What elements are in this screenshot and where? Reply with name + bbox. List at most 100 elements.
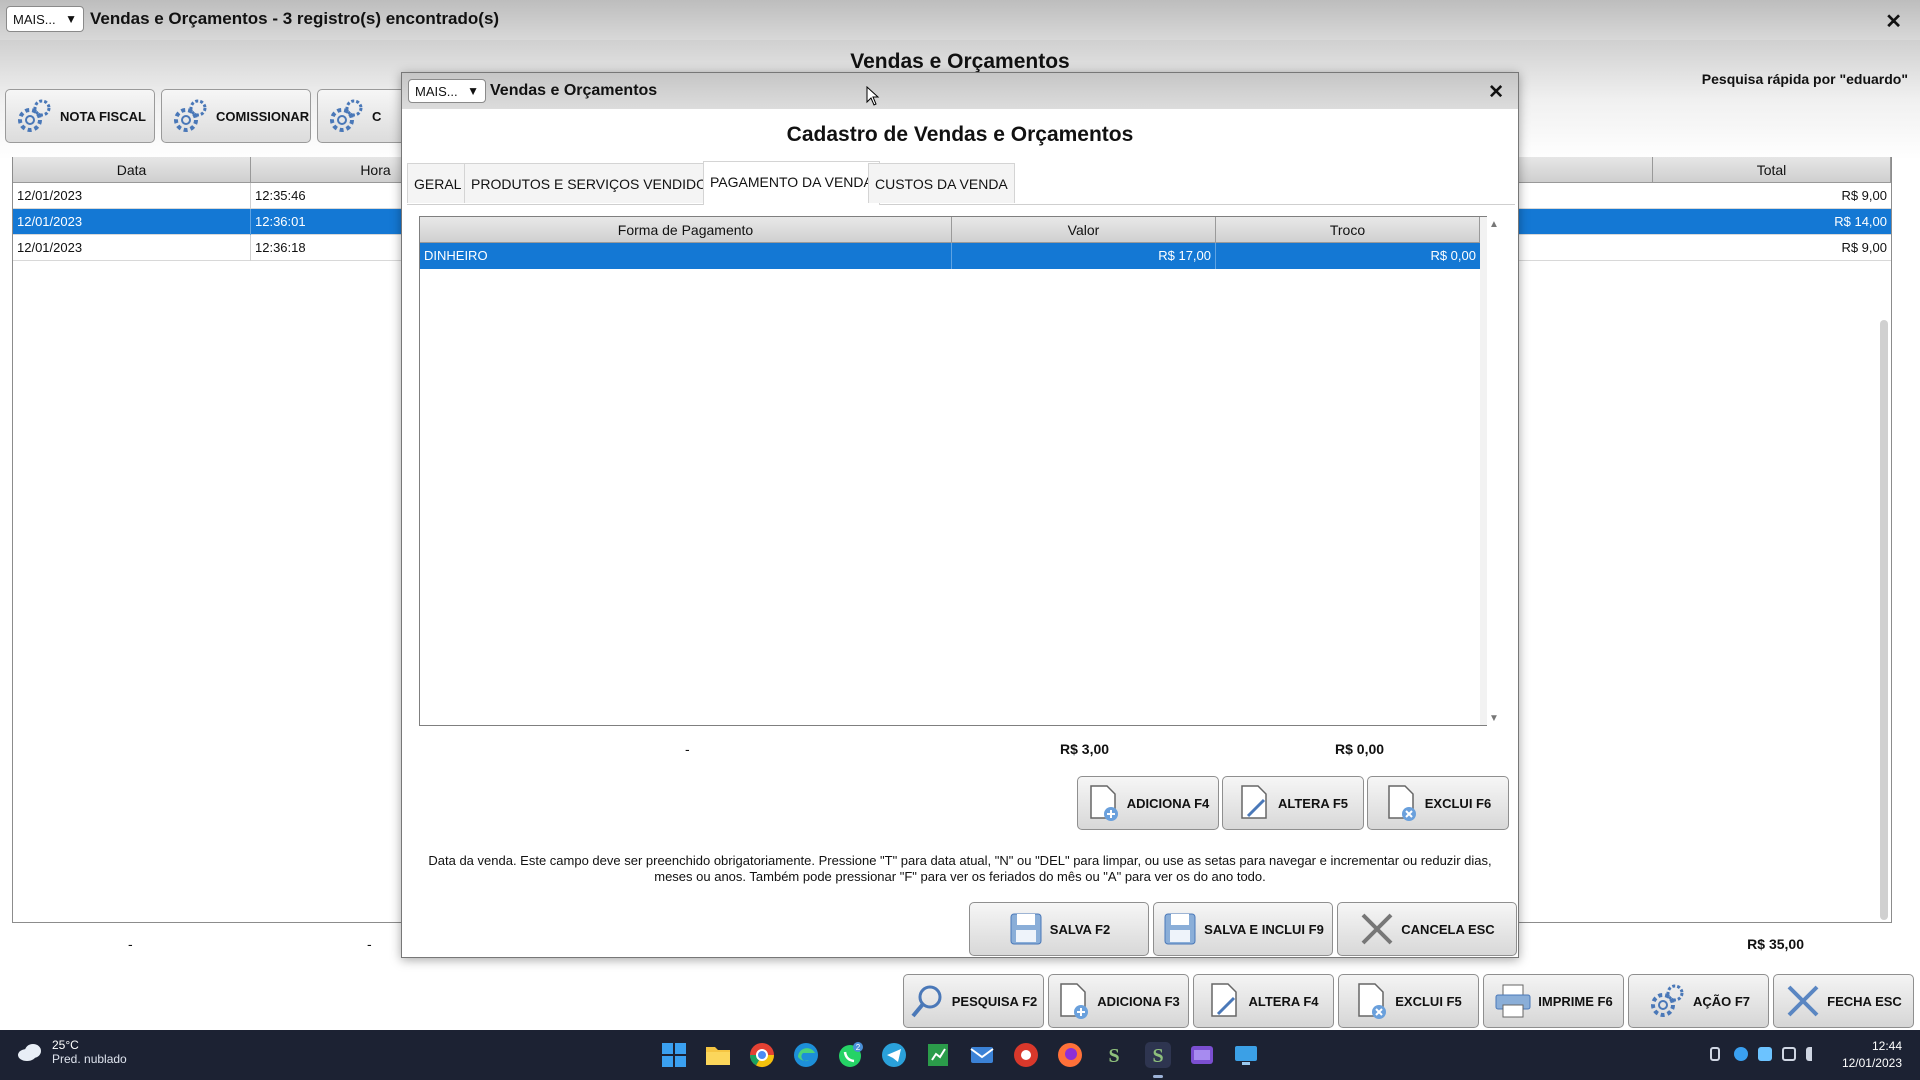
adiciona-button[interactable]: ADICIONA F3 [1048,974,1189,1028]
add-document-icon [1089,785,1118,821]
security-icon[interactable] [1734,1047,1748,1061]
dialog-mais-dropdown[interactable]: MAIS... ▼ [408,79,486,103]
usb-icon[interactable] [1710,1047,1720,1061]
weather-widget[interactable]: 25°C Pred. nublado [16,1038,127,1066]
svg-text:S: S [1152,1045,1163,1067]
altera-button[interactable]: ALTERA F4 [1193,974,1334,1028]
printer-icon [1495,984,1531,1018]
grid-scrollbar[interactable] [1880,320,1888,920]
main-page-heading: Vendas e Orçamentos [850,50,1070,73]
system-clock[interactable]: 12:44 12/01/2023 [1842,1038,1902,1072]
windows-taskbar: 25°C Pred. nublado 2 S S 12:44 12/01/202… [0,1030,1920,1080]
payment-row-selected[interactable]: DINHEIRO R$ 17,00 R$ 0,00 [420,243,1480,269]
nota-fiscal-label: NOTA FISCAL [60,108,146,124]
cell-total: R$ 9,00 [1841,188,1887,203]
tab-produtos[interactable]: PRODUTOS E SERVIÇOS VENDIDOS [464,163,724,203]
file-explorer-icon[interactable] [704,1041,732,1069]
summary-dash: - [685,741,690,757]
red-app-icon[interactable] [1012,1041,1040,1069]
dialog-close-icon[interactable]: ✕ [1488,81,1504,104]
main-mais-dropdown[interactable]: MAIS... ▼ [6,6,84,32]
gear-icon [1650,984,1684,1017]
edge-icon[interactable] [792,1041,820,1069]
dialog-title: Vendas e Orçamentos [490,82,658,99]
exclui-label: EXCLUI F5 [1395,993,1462,1009]
tab-geral[interactable]: GERAL [407,163,469,203]
svg-text:S: S [1108,1045,1119,1067]
nota-fiscal-button[interactable]: NOTA FISCAL [5,89,155,143]
salva-inclui-button[interactable]: SALVA E INCLUI F9 [1153,902,1333,956]
adiciona-pagamento-button[interactable]: ADICIONA F4 [1077,776,1219,830]
mais-label: MAIS... [415,83,458,99]
mail-app-icon[interactable] [968,1041,996,1069]
whatsapp-icon[interactable]: 2 [836,1041,864,1069]
grid-header-total[interactable]: Total [1653,157,1891,183]
altera-label: ALTERA F4 [1248,993,1319,1009]
dialog-heading: Cadastro de Vendas e Orçamentos [786,123,1134,146]
summary-troco: R$ 0,00 [1335,741,1385,757]
main-window-titlebar: MAIS... ▼ Vendas e Orçamentos - 3 regist… [0,0,1920,40]
weather-desc: Pred. nublado [52,1052,127,1066]
dialog-titlebar[interactable]: MAIS... ▼ Vendas e Orçamentos ✕ [402,73,1518,109]
cell-data: 12/01/2023 [13,235,251,261]
scroll-down-icon[interactable]: ▼ [1489,713,1499,724]
erp-app-icon-active[interactable]: S [1144,1041,1172,1069]
cell-troco: R$ 0,00 [1430,248,1476,263]
windows-start-icon[interactable] [660,1041,688,1069]
mouse-cursor-icon [866,86,880,106]
comissionar-button[interactable]: COMISSIONAR [161,89,311,143]
summary-valor: R$ 3,00 [1060,741,1110,757]
purple-app-icon[interactable] [1188,1041,1216,1069]
toolbar-third-label: C [372,108,382,124]
erp-app-icon[interactable]: S [1100,1041,1128,1069]
cell-total: R$ 14,00 [1834,214,1887,229]
field-hint-text: Data da venda. Este campo deve ser preen… [428,853,1492,884]
exclui-button[interactable]: EXCLUI F5 [1338,974,1479,1028]
scroll-up-icon[interactable]: ▲ [1489,219,1499,230]
onedrive-icon[interactable] [1758,1047,1772,1061]
add-document-icon [1060,983,1089,1019]
remote-desktop-icon[interactable] [1232,1041,1260,1069]
spreadsheet-app-icon[interactable] [924,1041,952,1069]
close-icon [1787,985,1819,1017]
grid-header-data[interactable]: Data [13,157,251,183]
main-close-icon[interactable]: ✕ [1885,9,1902,34]
payments-grid [419,216,1487,726]
cancela-button[interactable]: CANCELA ESC [1337,902,1517,956]
acao-button[interactable]: AÇÃO F7 [1628,974,1769,1028]
clock-time: 12:44 [1871,1039,1902,1053]
imprime-label: IMPRIME F6 [1538,993,1613,1009]
acao-label: AÇÃO F7 [1692,993,1751,1009]
mais-label: MAIS... [13,11,56,27]
cancel-icon [1361,913,1393,945]
delete-document-icon [1358,983,1387,1019]
salva-button[interactable]: SALVA F2 [969,902,1149,956]
cancela-label: CANCELA ESC [1401,921,1495,937]
fecha-button[interactable]: FECHA ESC [1773,974,1914,1028]
main-window-title: Vendas e Orçamentos - 3 registro(s) enco… [90,9,500,28]
edit-document-icon [1211,983,1238,1017]
firefox-icon[interactable] [1056,1041,1084,1069]
volume-icon[interactable] [1806,1047,1820,1061]
adiciona-pagamento-label: ADICIONA F4 [1126,795,1210,811]
cell-forma: DINHEIRO [420,243,952,269]
footer-dash: - [367,936,372,952]
tab-custos[interactable]: CUSTOS DA VENDA [868,163,1015,203]
salva-inclui-label: SALVA E INCLUI F9 [1204,921,1324,937]
header-valor[interactable]: Valor [952,217,1216,243]
chrome-icon[interactable] [748,1041,776,1069]
network-icon[interactable] [1782,1047,1796,1061]
save-icon [1010,913,1042,945]
header-troco[interactable]: Troco [1216,217,1480,243]
altera-pagamento-button[interactable]: ALTERA F5 [1222,776,1364,830]
exclui-pagamento-button[interactable]: EXCLUI F6 [1367,776,1509,830]
pesquisa-button[interactable]: PESQUISA F2 [903,974,1044,1028]
telegram-icon[interactable] [880,1041,908,1069]
tab-pagamento[interactable]: PAGAMENTO DA VENDA [703,161,880,205]
adiciona-label: ADICIONA F3 [1097,993,1180,1009]
toolbar-third-button[interactable]: C [317,89,407,143]
dropdown-arrow-icon: ▼ [65,12,77,26]
header-forma-pagamento[interactable]: Forma de Pagamento [420,217,952,243]
imprime-button[interactable]: IMPRIME F6 [1483,974,1624,1028]
payments-scrollbar[interactable] [1480,217,1487,725]
